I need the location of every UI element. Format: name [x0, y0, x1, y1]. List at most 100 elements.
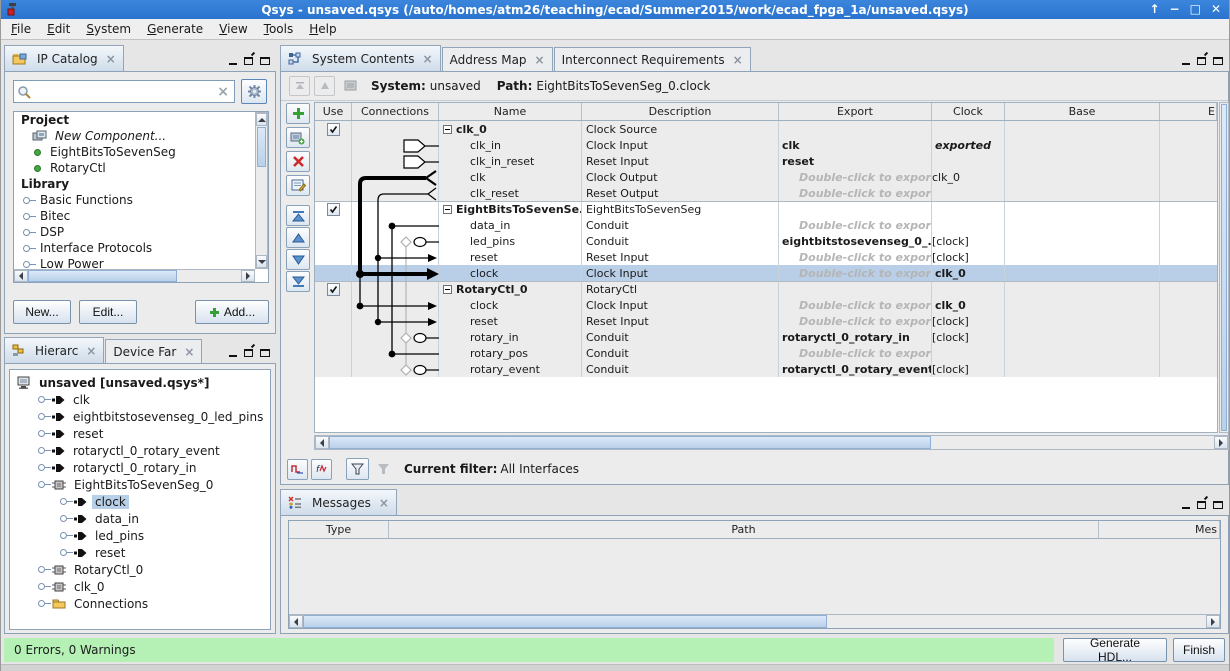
collapse-icon[interactable] — [443, 205, 452, 214]
name-cell[interactable]: led_pins — [439, 233, 582, 249]
hierarchy-tree-item[interactable]: unsaved [unsaved.qsys*] — [10, 374, 270, 391]
ip-tree-item[interactable]: Project — [14, 112, 255, 128]
hierarchy-tree-item[interactable]: EightBitsToSevenSeg_0 — [10, 476, 270, 493]
base-cell[interactable] — [1005, 233, 1160, 249]
base-cell[interactable] — [1005, 265, 1160, 281]
tab-hierarchy[interactable]: Hierarc × — [4, 337, 104, 363]
menu-tools[interactable]: Tools — [256, 20, 302, 39]
menu-help[interactable]: Help — [301, 20, 344, 39]
export-cell[interactable]: Double-click to export — [779, 313, 932, 329]
export-cell[interactable]: Double-click to export — [779, 169, 932, 185]
hierarchy-tree-item[interactable]: rotaryctl_0_rotary_in — [10, 459, 270, 476]
column-header-base[interactable]: Base — [1005, 103, 1160, 120]
use-cell[interactable] — [315, 249, 352, 265]
tab-close-icon[interactable]: × — [184, 345, 194, 359]
tab-interconnect-requirements[interactable]: Interconnect Requirements × — [554, 47, 751, 71]
clock-cell[interactable]: clk_0 — [932, 169, 1005, 185]
menu-generate[interactable]: Generate — [139, 20, 211, 39]
interface-row[interactable]: clk_resetReset OutputDouble-click to exp… — [315, 185, 1217, 201]
clock-cell[interactable]: [clock] — [932, 329, 1005, 345]
interface-row[interactable]: led_pinsConduiteightbitstosevenseg_0_...… — [315, 233, 1217, 249]
menu-file[interactable]: File — [3, 20, 39, 39]
use-cell[interactable] — [315, 233, 352, 249]
clock-cell[interactable] — [932, 202, 1005, 217]
name-cell[interactable]: rotary_in — [439, 329, 582, 345]
name-cell[interactable]: clk_reset — [439, 185, 582, 201]
column-header-clock[interactable]: Clock — [932, 103, 1005, 120]
move-up-level-button[interactable] — [289, 76, 310, 96]
maximize-icon[interactable]: □ — [1190, 1, 1201, 18]
hierarchy-tree-item[interactable]: clock — [10, 493, 270, 510]
ip-tree-vscrollbar[interactable] — [255, 112, 268, 269]
tab-address-map[interactable]: Address Map × — [442, 47, 553, 71]
hierarchy-tree-item[interactable]: clk — [10, 391, 270, 408]
interface-row[interactable]: rotary_inConduitrotaryctl_0_rotary_in[cl… — [315, 329, 1217, 345]
add-connection-button[interactable] — [286, 127, 310, 148]
expand-handle-icon[interactable] — [38, 566, 45, 573]
component-row[interactable]: clk_0Clock Source — [315, 121, 1217, 137]
tab-ip-catalog[interactable]: IP Catalog × — [4, 45, 124, 71]
clock-cell[interactable]: [clock] — [932, 361, 1005, 377]
collapse-icon[interactable] — [443, 285, 452, 294]
expand-handle-icon[interactable] — [60, 549, 67, 556]
hierarchy-tree-item[interactable]: led_pins — [10, 527, 270, 544]
clock-cell[interactable] — [932, 153, 1005, 169]
move-down-button[interactable] — [286, 249, 310, 270]
hierarchy-tree-item[interactable]: reset — [10, 425, 270, 442]
hierarchy-tree-item[interactable]: reset — [10, 544, 270, 561]
use-cell[interactable] — [315, 297, 352, 313]
expand-handle-icon[interactable] — [60, 515, 67, 522]
use-cell[interactable] — [315, 121, 352, 137]
name-cell[interactable]: EightBitsToSevenSe... — [439, 202, 582, 217]
name-cell[interactable]: clk_in_reset — [439, 153, 582, 169]
add-button[interactable]: Add... — [195, 300, 269, 324]
end-cell[interactable] — [1160, 345, 1217, 361]
interface-row[interactable]: clkClock OutputDouble-click to exportclk… — [315, 169, 1217, 185]
interface-row[interactable]: clk_in_resetReset Inputreset — [315, 153, 1217, 169]
search-options-button[interactable] — [241, 79, 267, 104]
name-cell[interactable]: clk_0 — [439, 121, 582, 137]
ip-tree-item[interactable]: Library — [14, 176, 255, 192]
ip-tree-item[interactable]: Basic Functions — [14, 192, 255, 208]
menu-view[interactable]: View — [211, 20, 255, 39]
component-row[interactable]: RotaryCtl_0RotaryCtl — [315, 281, 1217, 297]
panel-maximize-icon[interactable] — [260, 349, 270, 357]
column-header-e[interactable]: E — [1160, 103, 1217, 120]
edit-button[interactable]: Edit... — [79, 300, 137, 324]
export-cell[interactable]: rotaryctl_0_rotary_event — [779, 361, 932, 377]
export-cell[interactable]: reset — [779, 153, 932, 169]
panel-maximize-icon[interactable] — [1213, 501, 1223, 509]
interface-row[interactable]: rotary_eventConduitrotaryctl_0_rotary_ev… — [315, 361, 1217, 377]
ip-tree-item[interactable]: Bitec — [14, 208, 255, 224]
use-cell[interactable] — [315, 282, 352, 297]
end-cell[interactable] — [1160, 217, 1217, 233]
component-button[interactable] — [339, 75, 363, 97]
column-header-use[interactable]: Use — [315, 103, 352, 120]
base-cell[interactable] — [1005, 185, 1160, 201]
base-cell[interactable] — [1005, 361, 1160, 377]
base-cell[interactable] — [1005, 329, 1160, 345]
use-cell[interactable] — [315, 265, 352, 281]
tab-close-icon[interactable]: × — [379, 496, 389, 510]
column-header-export[interactable]: Export — [779, 103, 932, 120]
collapse-icon[interactable] — [443, 125, 452, 134]
ip-tree-item[interactable]: DSP — [14, 224, 255, 240]
export-cell[interactable]: Double-click to export — [779, 297, 932, 313]
panel-float-icon[interactable] — [244, 57, 253, 65]
interface-row[interactable]: data_inConduitDouble-click to export — [315, 217, 1217, 233]
expand-handle-icon[interactable] — [60, 532, 67, 539]
export-cell[interactable]: Double-click to export — [779, 345, 932, 361]
interface-row[interactable]: rotary_posConduitDouble-click to export — [315, 345, 1217, 361]
export-cell[interactable] — [779, 121, 932, 137]
use-cell[interactable] — [315, 345, 352, 361]
clock-cell[interactable] — [932, 121, 1005, 137]
tab-close-icon[interactable]: × — [86, 344, 96, 358]
end-cell[interactable] — [1160, 297, 1217, 313]
expand-handle-icon[interactable] — [23, 197, 30, 204]
hierarchy-tree-item[interactable]: RotaryCtl_0 — [10, 561, 270, 578]
hierarchy-tree-item[interactable]: Connections — [10, 595, 270, 612]
menu-edit[interactable]: Edit — [39, 20, 78, 39]
hierarchy-tree-item[interactable]: clk_0 — [10, 578, 270, 595]
filter-button[interactable] — [346, 458, 369, 480]
ip-tree-item[interactable]: New Component... — [14, 128, 255, 144]
